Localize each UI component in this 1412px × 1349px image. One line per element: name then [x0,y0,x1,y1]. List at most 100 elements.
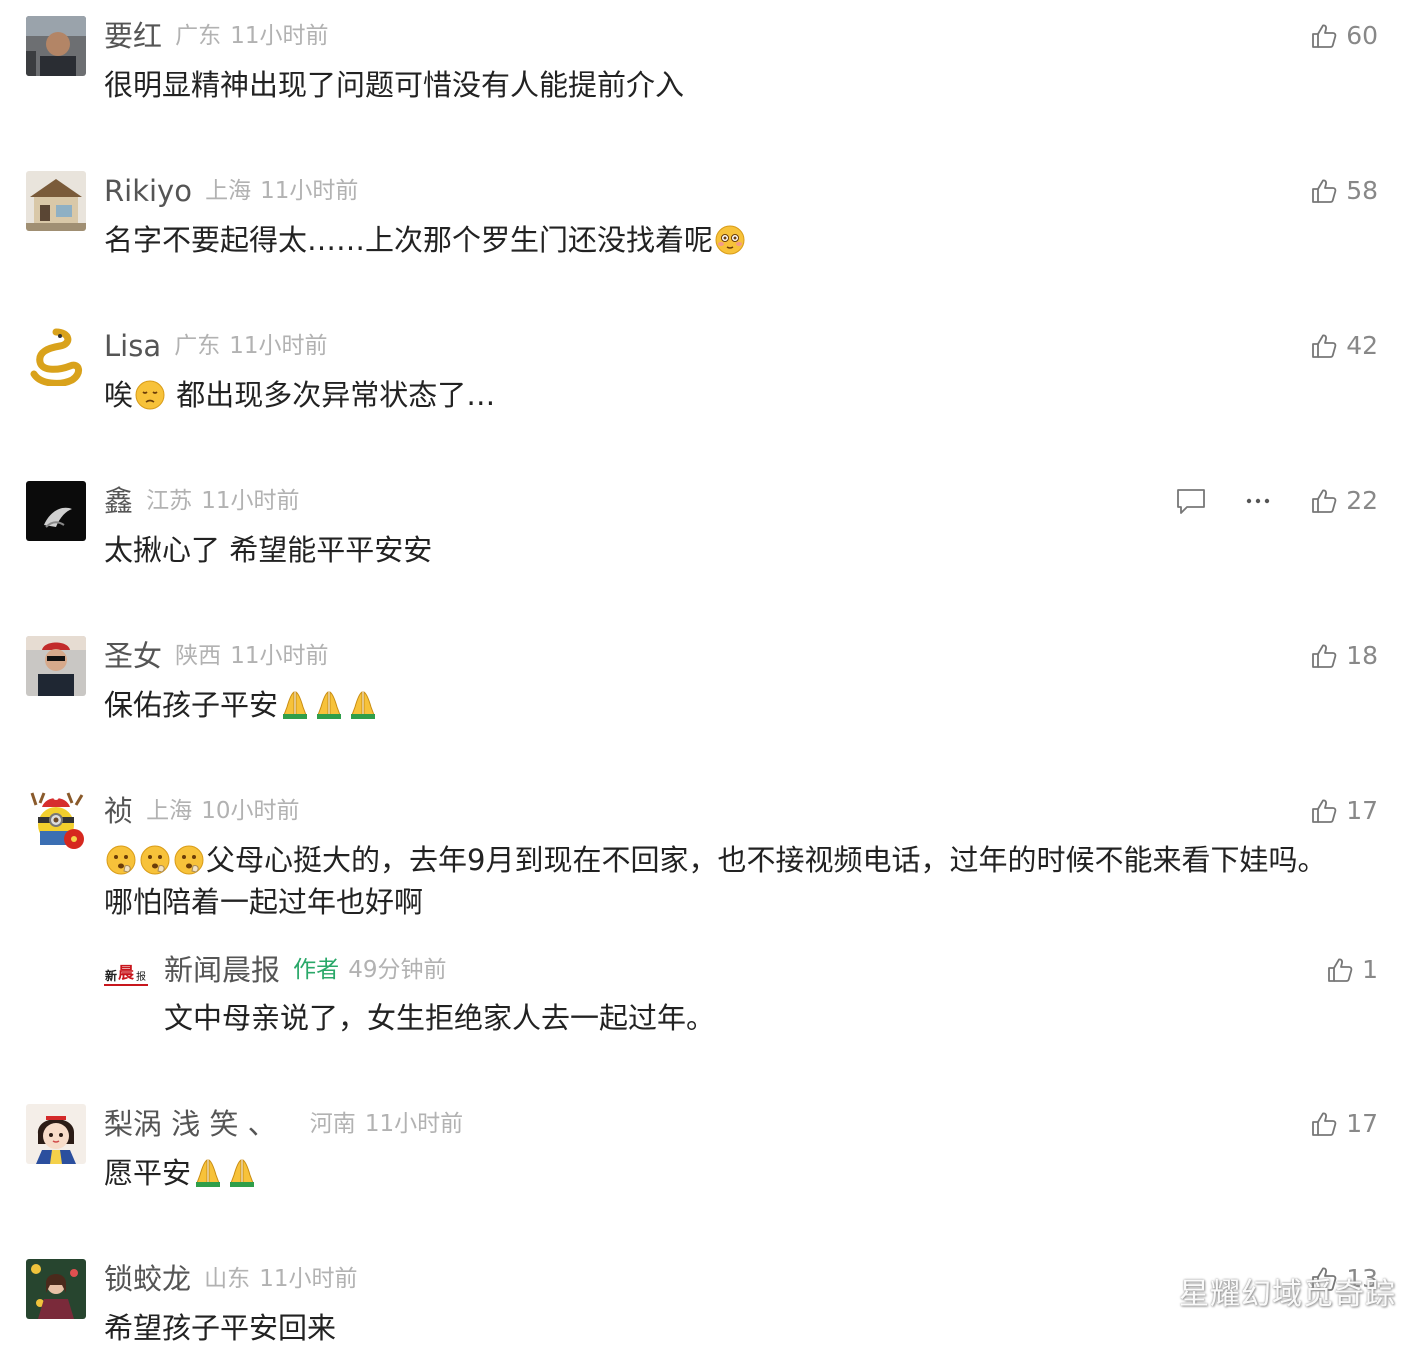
comment-meta: 锁蛟龙 山东 11小时前 [104,1259,357,1299]
avatar[interactable] [26,636,86,696]
comment-text: 名字不要起得太……上次那个罗生门还没找着呢 [104,219,1372,261]
location: 陕西 [175,643,222,669]
pray-emoji-icon [192,1157,224,1189]
comment-text-content: 很明显精神出现了问题可惜没有人能提前介入 [104,68,685,102]
location: 江苏 [146,488,193,514]
comment-text: 保佑孩子平安 [104,684,1372,726]
comment-meta: 梨涡 浅 笑 、 河南 11小时前 [104,1104,463,1144]
comment-text: 愿平安 [104,1152,1372,1194]
comment-text-line2: 哪怕陪着一起过年也好啊 [104,885,424,919]
comment-text-prefix: 唉 [104,378,134,412]
like-button[interactable]: 22 [1310,481,1378,521]
thumbs-up-icon [1310,177,1338,205]
like-count: 58 [1346,176,1378,205]
watermark: 星耀幻域觅奇踪 [1179,1277,1396,1312]
like-button[interactable]: 17 [1310,1104,1378,1144]
comment-text: 唉 都出现多次异常状态了… [104,374,1372,416]
avatar[interactable] [26,791,86,851]
location: 山东 [204,1266,251,1292]
avatar[interactable] [26,171,86,231]
avatar[interactable] [26,16,86,76]
like-count: 60 [1346,21,1378,50]
comment-meta: Lisa 广东 11小时前 [104,326,328,366]
thumbs-up-icon [1310,487,1338,515]
like-count: 17 [1346,1109,1378,1138]
thumbs-up-icon [1310,1110,1338,1138]
comment-text-content: 愿平安 [104,1156,192,1190]
reply-text: 文中母亲说了，女生拒绝家人去一起过年。 [164,997,1372,1039]
like-button[interactable]: 58 [1310,171,1378,211]
timestamp: 11小时前 [230,643,329,669]
avatar[interactable] [26,1259,86,1319]
author-badge: 作者 [293,957,340,983]
avatar[interactable] [26,481,86,541]
like-button[interactable]: 42 [1310,326,1378,366]
avatar[interactable] [26,326,86,386]
username[interactable]: Lisa [104,329,161,363]
timestamp: 11小时前 [230,23,329,49]
comment-text-content: 父母心挺大的，去年9月到现在不回家，也不接视频电话，过年的时候不能来看下娃吗。 [206,843,1327,877]
like-button[interactable]: 17 [1310,791,1378,831]
like-count: 18 [1346,641,1378,670]
location: 广东 [175,23,222,49]
comment-text-content: 保佑孩子平安 [104,688,279,722]
pensive-emoji-icon [134,379,166,411]
location: 河南 [309,1111,356,1137]
like-button[interactable]: 1 [1326,950,1378,990]
thumbs-up-icon [1310,332,1338,360]
username[interactable]: Rikiyo [104,174,192,208]
reply-meta: 新闻晨报 作者 49分钟前 [164,950,446,990]
thumbs-up-icon [1310,22,1338,50]
pray-emoji-icon [279,689,311,721]
timestamp: 11小时前 [259,1266,358,1292]
flushed-emoji-icon [714,224,746,256]
like-count: 1 [1362,955,1378,984]
avatar[interactable] [26,1104,86,1164]
comment-text-content: 希望孩子平安回来 [104,1311,337,1345]
username[interactable]: 鑫 [104,484,133,518]
username[interactable]: 圣女 [104,639,162,673]
username[interactable]: 梨涡 浅 笑 、 [104,1107,277,1141]
timestamp: 11小时前 [364,1111,464,1137]
comment-text: 父母心挺大的，去年9月到现在不回家，也不接视频电话，过年的时候不能来看下娃吗。哪… [104,839,1372,923]
comment-meta: 要红 广东 11小时前 [104,16,328,56]
comment-meta: 圣女 陕西 11小时前 [104,636,328,676]
location: 上海 [146,798,193,824]
thumbs-up-icon [1310,797,1338,825]
pray-emoji-icon [313,689,345,721]
comment-bubble-icon[interactable] [1176,487,1206,515]
timestamp: 11小时前 [229,333,328,359]
username[interactable]: 要红 [104,19,162,53]
comment-text: 希望孩子平安回来 [104,1307,1372,1349]
timestamp: 11小时前 [201,488,300,514]
author-avatar[interactable]: 新晨报 [104,950,148,994]
comment-text-content: 太揪心了 希望能平平安安 [104,533,433,567]
worried-emoji-icon [105,844,137,876]
comment-meta: 祯 上海 10小时前 [104,791,299,831]
like-button[interactable]: 18 [1310,636,1378,676]
timestamp: 49分钟前 [348,957,447,983]
location: 广东 [174,333,221,359]
svg-text:晨: 晨 [118,963,135,982]
comment-text: 太揪心了 希望能平平安安 [104,529,1372,571]
svg-text:报: 报 [136,970,146,983]
like-count: 17 [1346,796,1378,825]
username[interactable]: 锁蛟龙 [104,1262,191,1296]
svg-text:新: 新 [105,968,117,983]
comment-text-content: 都出现多次异常状态了… [167,378,496,412]
like-count: 22 [1346,486,1378,515]
comment-meta: Rikiyo 上海 11小时前 [104,171,358,211]
pray-emoji-icon [347,689,379,721]
like-count: 42 [1346,331,1378,360]
thumbs-up-icon [1310,642,1338,670]
comment-actions [1176,481,1272,521]
username[interactable]: 新闻晨报 [164,953,280,987]
worried-emoji-icon [139,844,171,876]
timestamp: 11小时前 [260,178,359,204]
comment-meta: 鑫 江苏 11小时前 [104,481,299,521]
comment-text: 很明显精神出现了问题可惜没有人能提前介入 [104,64,1372,106]
pray-emoji-icon [226,1157,258,1189]
like-button[interactable]: 60 [1310,16,1378,56]
more-dots-icon[interactable] [1244,487,1272,515]
username[interactable]: 祯 [104,794,133,828]
